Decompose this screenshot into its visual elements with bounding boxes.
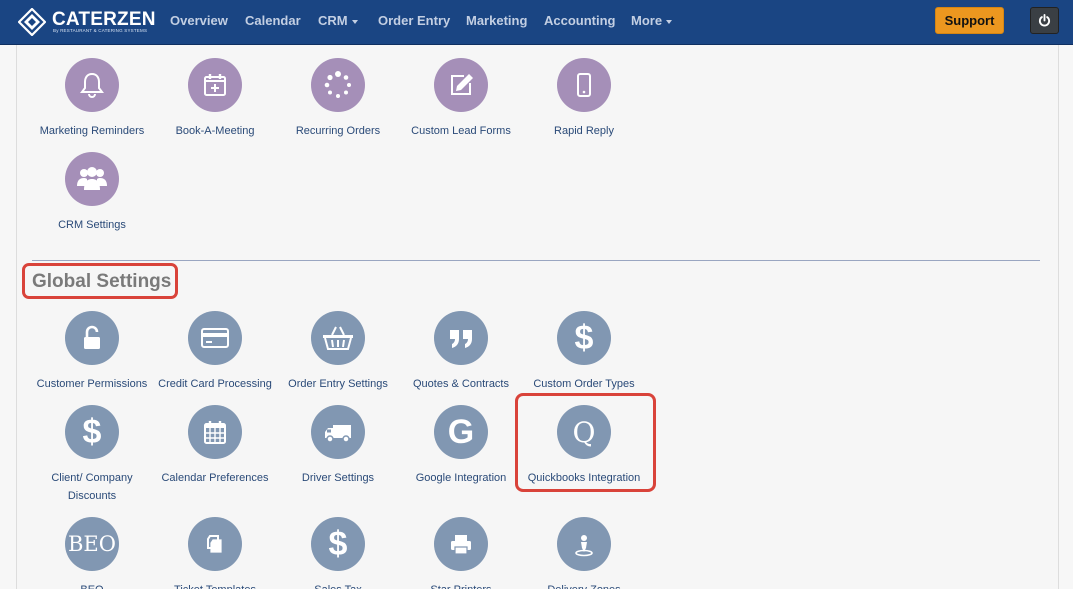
tile-label: Customer Permissions [36, 378, 148, 390]
calendar-plus-icon [188, 58, 242, 112]
nav-calendar[interactable]: Calendar [245, 13, 301, 28]
tile-book-a-meeting[interactable]: Book-A-Meeting [153, 58, 277, 140]
nav-label: Accounting [544, 13, 616, 28]
nav-label: Overview [170, 13, 228, 28]
dollar-icon: $ [65, 405, 119, 459]
nav-marketing[interactable]: Marketing [466, 13, 527, 28]
brand-subtitle: By RESTAURANT & CATERING SYSTEMS [53, 28, 148, 33]
section-divider [32, 260, 1040, 261]
nav-order-entry[interactable]: Order Entry [378, 13, 450, 28]
tile-label: BEO [30, 581, 154, 589]
nav-crm-dropdown[interactable]: CRM [318, 13, 358, 28]
tile-label: Book-A-Meeting [175, 125, 255, 137]
tile-google-integration[interactable]: G Google Integration [399, 405, 523, 487]
nav-overview[interactable]: Overview [170, 13, 228, 28]
google-icon: G [434, 405, 488, 459]
nav-label: More [631, 13, 663, 28]
dollar-icon: $ [557, 311, 611, 365]
tile-ticket-templates[interactable]: Ticket Templates [153, 517, 277, 589]
basket-icon [311, 311, 365, 365]
tile-label: Star Printers [399, 581, 523, 589]
caret-down-icon [351, 19, 358, 24]
tile-marketing-reminders[interactable]: Marketing Reminders [30, 58, 154, 140]
tile-label: Ticket Templates [153, 581, 277, 589]
tile-label: Delivery Zones [522, 581, 646, 589]
printer-icon [434, 517, 488, 571]
spinner-icon [311, 58, 365, 112]
support-button[interactable]: Support [935, 7, 1004, 34]
tile-label: Custom Lead Forms [411, 125, 511, 137]
nav-label: Marketing [466, 13, 528, 28]
mobile-icon [557, 58, 611, 112]
nav-label: Calendar [245, 13, 301, 28]
tile-crm-settings[interactable]: CRM Settings [30, 152, 154, 234]
tile-label: Custom Order Types [533, 378, 635, 390]
copy-icon [188, 517, 242, 571]
tile-rapid-reply[interactable]: Rapid Reply [522, 58, 646, 140]
calendar-icon [188, 405, 242, 459]
tile-client-company-discounts[interactable]: $ Client/ Company Discounts [30, 405, 154, 505]
tile-customer-permissions[interactable]: Customer Permissions [30, 311, 154, 393]
tile-label: Marketing Reminders [39, 125, 145, 137]
tile-calendar-preferences[interactable]: Calendar Preferences [153, 405, 277, 487]
credit-card-icon [188, 311, 242, 365]
tile-label: Order Entry Settings [288, 378, 388, 390]
unlock-icon [65, 311, 119, 365]
tile-label: Calendar Preferences [161, 472, 269, 484]
nav-label: Order Entry [378, 13, 451, 28]
tile-star-printers[interactable]: Star Printers [399, 517, 523, 589]
nav-more-dropdown[interactable]: More [631, 13, 673, 28]
power-icon [1038, 14, 1051, 27]
edit-icon [434, 58, 488, 112]
quote-icon [434, 311, 488, 365]
truck-icon [311, 405, 365, 459]
tile-custom-order-types[interactable]: $ Custom Order Types [522, 311, 646, 393]
tile-custom-lead-forms[interactable]: Custom Lead Forms [399, 58, 523, 140]
quickbooks-highlight-box [515, 393, 656, 492]
tile-recurring-orders[interactable]: Recurring Orders [276, 58, 400, 140]
tile-label: Sales Tax [276, 581, 400, 589]
top-navbar: CATERZEN By RESTAURANT & CATERING SYSTEM… [0, 0, 1073, 45]
tile-quotes-contracts[interactable]: Quotes & Contracts [399, 311, 523, 393]
logo-diamond-icon [18, 8, 46, 36]
tile-driver-settings[interactable]: Driver Settings [276, 405, 400, 487]
tile-sales-tax[interactable]: $ Sales Tax [276, 517, 400, 589]
tile-order-entry-settings[interactable]: Order Entry Settings [276, 311, 400, 393]
tile-label: Rapid Reply [554, 125, 614, 137]
nav-accounting[interactable]: Accounting [544, 13, 616, 28]
tile-delivery-zones[interactable]: Delivery Zones [522, 517, 646, 589]
tile-label: Client/ Company Discounts [51, 472, 133, 502]
beo-icon: BEO [65, 517, 119, 571]
tile-label: Driver Settings [301, 472, 375, 484]
tile-label: Credit Card Processing [158, 378, 272, 390]
tile-beo[interactable]: BEO BEO [30, 517, 154, 589]
bell-icon [65, 58, 119, 112]
nav-label: CRM [318, 13, 348, 28]
global-settings-heading: Global Settings [32, 271, 172, 292]
map-pin-icon [557, 517, 611, 571]
tile-label: CRM Settings [58, 219, 126, 231]
caret-down-icon [666, 19, 673, 24]
tile-label: Google Integration [415, 472, 507, 484]
users-icon [65, 152, 119, 206]
tile-credit-card-processing[interactable]: Credit Card Processing [153, 311, 277, 393]
dollar-icon: $ [311, 517, 365, 571]
tile-label: Recurring Orders [295, 125, 381, 137]
tile-label: Quotes & Contracts [413, 378, 509, 390]
logout-button[interactable] [1030, 7, 1059, 34]
